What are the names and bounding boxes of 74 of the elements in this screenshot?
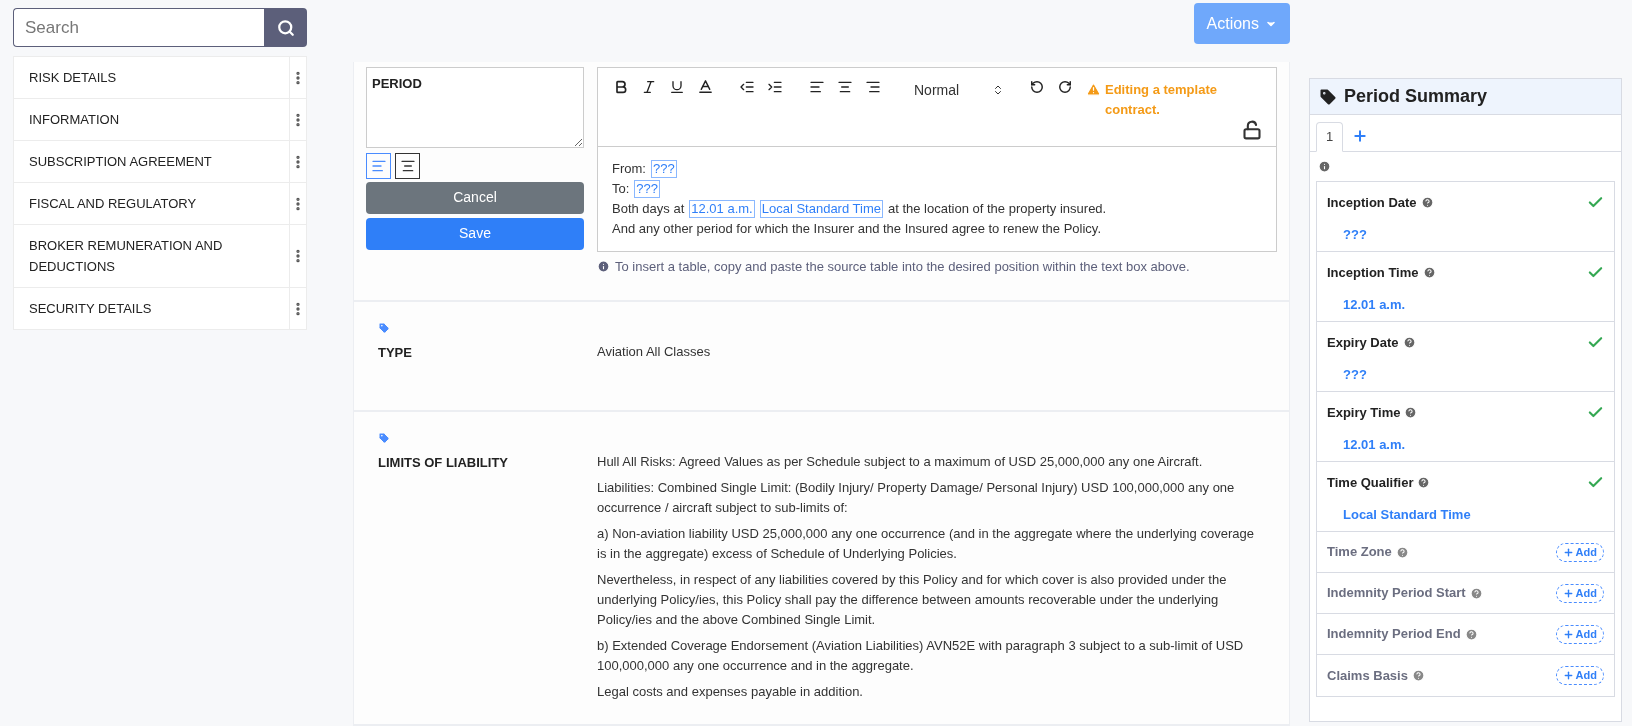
section-text: a) Non-aviation liability USD 25,000,000 any one occurrence (and in the aggregate where the underlying coverage is in the aggregate) excess of Schedule of Underlying Policies. (597, 525, 1255, 563)
italic-icon (641, 78, 657, 95)
field-label: Indemnity Period Start (1327, 584, 1466, 603)
field-value[interactable]: 12.01 a.m. (1343, 434, 1604, 454)
plus-icon (1562, 587, 1574, 599)
select-arrows-icon (992, 83, 1004, 96)
plus-icon (1562, 628, 1574, 640)
section-text: Liabilities: Combined Single Limit: (Bodily Injury/ Property Damage/ Personal Injury) USD 100,000,000 any one occurrence / aircraft subject to sub-limits of: (597, 479, 1236, 517)
help-icon (1404, 406, 1418, 420)
plus-icon (1562, 670, 1574, 681)
editor-text: To: (612, 179, 630, 198)
warning-icon (1086, 81, 1101, 97)
field-label: Claims Basis (1327, 666, 1408, 685)
help-icon (1411, 669, 1425, 682)
field-label: Time Zone (1327, 543, 1392, 562)
underline-icon (669, 78, 685, 95)
heading-input[interactable]: PERIOD (366, 66, 584, 148)
search-icon (276, 18, 295, 37)
section-text: b) Extended Coverage Endorsement (Aviation Liabilities) AVN52E with paragraph 3 subject to a sub-limit of USD 100,000,000 any one occurrence and in the aggregate. (597, 637, 1245, 675)
field-value[interactable]: 12.01 a.m. (1343, 294, 1604, 314)
tag-icon (378, 432, 390, 444)
field-value[interactable]: ??? (1343, 364, 1604, 384)
help-icon (1395, 545, 1409, 559)
field-label: Inception Date (1327, 194, 1417, 212)
field-label: Indemnity Period End (1327, 625, 1461, 644)
actions-button[interactable]: Actions (1193, 3, 1290, 44)
cancel-button[interactable]: Cancel (366, 181, 584, 214)
editor-text: And any other period for which the Insurer and the Insured agree to renew the Policy. (612, 219, 1101, 238)
field-value[interactable]: ??? (1343, 224, 1604, 244)
tab[interactable]: 1 (1316, 122, 1344, 152)
placeholder-chip[interactable]: Local Standard Time (759, 199, 883, 218)
info-icon (1318, 160, 1331, 173)
tag-icon (378, 322, 390, 334)
help-icon (1417, 476, 1431, 490)
editor-text: Both days at (612, 199, 685, 218)
info-icon (597, 259, 610, 273)
summary-title: Period Summary (1344, 85, 1488, 108)
section-text: Hull All Risks: Agreed Values as per Schedule subject to a maximum of USD 25,000,000 any one Aircraft. (597, 453, 1204, 471)
field-value[interactable]: Local Standard Time (1343, 504, 1604, 524)
editor-text: at the location of the property insured. (887, 199, 1107, 218)
search-button[interactable] (264, 8, 307, 47)
hint-text: To insert a table, copy and paste the source table into the desired position within the text box above. (615, 257, 1190, 276)
tag-icon (1318, 86, 1338, 107)
text-color-icon (696, 78, 714, 95)
help-icon (1422, 266, 1436, 280)
section-text: Nevertheless, in respect of any liabilities covered by this Policy and for which cover is also provided under the underlying Policy/ies, this Policy shall pay the difference between amounts recoverable under the underlying Policy/ies and the above Combined Single Limit. (597, 571, 1228, 629)
field-label: Inception Time (1327, 264, 1419, 282)
help-icon (1420, 196, 1434, 210)
placeholder-chip[interactable]: 12.01 a.m. (689, 199, 755, 218)
alignment-toggle[interactable] (366, 152, 391, 179)
section-text: Aviation All Classes (597, 343, 712, 361)
section-text: Legal costs and expenses payable in addition. (597, 683, 864, 701)
field-label: Expiry Time (1327, 404, 1401, 422)
placeholder-chip[interactable]: ??? (650, 159, 677, 178)
help-icon (1469, 586, 1483, 600)
alignment-toggle[interactable] (395, 152, 420, 179)
search-field[interactable]: Search (13, 8, 264, 47)
field-label: Time Qualifier (1327, 474, 1414, 492)
unlock-icon (1242, 119, 1262, 140)
placeholder-chip[interactable]: ??? (634, 179, 661, 198)
text-color-button[interactable] (696, 77, 714, 96)
editor-text: From: (612, 159, 646, 178)
save-button[interactable]: Save (366, 217, 584, 250)
bold-icon (613, 78, 629, 95)
undo-icon (1030, 79, 1044, 94)
redo-icon (1058, 79, 1072, 94)
help-icon (1464, 627, 1478, 641)
template-warning: Editing a template contract. (1105, 80, 1218, 119)
help-icon (1402, 336, 1416, 350)
field-label: Expiry Date (1327, 334, 1399, 352)
section-label: TYPE (378, 344, 413, 362)
plus-icon (1562, 546, 1574, 558)
style-select[interactable]: Normal (914, 77, 1004, 102)
section-label: LIMITS OF LIABILITY (378, 454, 509, 472)
